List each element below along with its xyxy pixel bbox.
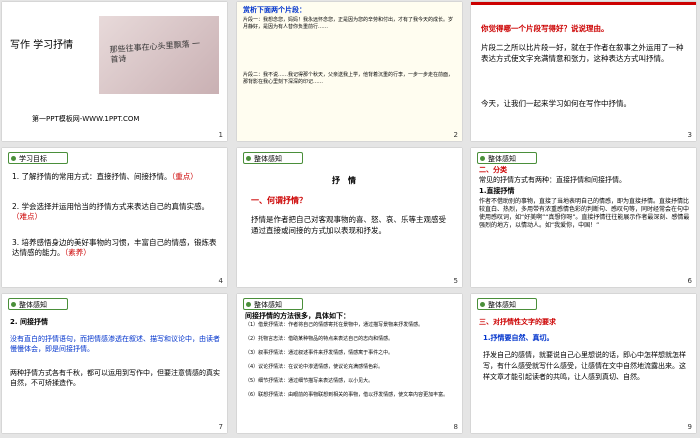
body-text: 作者不借助别的事物，直接了当地表明自己的情感，即为直接抒情。直接抒情比较直白、热… (479, 198, 690, 229)
list-item: （2）托物言志法：借助某种物品的特点来表达自己的志向和情感。 (245, 336, 394, 342)
slide-number: 5 (453, 277, 458, 285)
list-item: （6）联想抒情法：由眼前的事物联想到相关的事物，借以抒发情感，使文章内容更加丰富… (245, 392, 449, 398)
slide1-title: 写作 学习抒情 (10, 40, 74, 51)
subheading: 1.抒情要自然、真切。 (483, 334, 554, 342)
site-text: 第一PPT模板网-WWW.1PPT.COM (32, 115, 140, 123)
slide-number: 1 (218, 131, 223, 139)
slide-number: 7 (218, 423, 223, 431)
slide2-heading: 赏析下面两个片段： (243, 6, 306, 14)
body-text: 没有直白的抒情语句，而把情感渗透在叙述、描写和议论中，由读者慢慢体会，即是间接抒… (10, 335, 220, 353)
slide-thumbnail-6[interactable]: 整体感知 二、分类 常见的抒情方式有两种：直接抒情和间接抒情。 1.直接抒情 作… (471, 148, 696, 287)
fragment-1: 片段一：我想念您，妈妈！我永远怀念您，正是因为您的辛劳和付出，才有了我今天的成长… (243, 17, 454, 30)
section-label: 整体感知 (8, 298, 68, 310)
slide-thumbnail-3[interactable]: 你觉得哪一个片段写得好？说说理由。 片段二之所以比片段一好，就在于作者在叙事之外… (471, 2, 696, 141)
slide-number: 4 (218, 277, 223, 285)
list-item: （5）细节抒情法：通过细节描写来表达情感，以小见大。 (245, 378, 374, 384)
slide-number: 9 (687, 423, 692, 431)
question-heading: 一、何谓抒情？ (251, 196, 307, 205)
list-item: （1）借景抒情法：作者将自己的情感寄托在景物中，通过描写景物来抒发情感。 (245, 322, 424, 328)
slide-number: 8 (453, 423, 458, 431)
section-label: 整体感知 (477, 152, 537, 164)
subheading: 1.直接抒情 (479, 187, 515, 195)
answer-1: 片段二之所以比片段一好，就在于作者在叙事之外运用了一种表达方式使文字充满情意和张… (481, 43, 684, 63)
slide-number: 2 (453, 131, 458, 139)
slide-thumbnail-9[interactable]: 整体感知 三、对抒情性文字的要求 1.抒情要自然、真切。 抒发自己的感情，就要说… (471, 294, 696, 433)
slide5-title: 抒 情 (332, 176, 356, 185)
fragment-2: 片段二：我不说……我记得那个秋天，父亲送我上学，他背着沉重的行李，一步一步走在前… (243, 72, 454, 85)
section-label: 学习目标 (8, 152, 68, 164)
list-item: （3）叙事抒情法：通过叙述事件来抒发情感，情感寓于事件之中。 (245, 350, 394, 356)
body-text: 抒发自己的感情，就要说自己心里想说的话，即心中怎样想就怎样写，有什么感受就写什么… (483, 351, 686, 381)
subheading: 2. 间接抒情 (10, 318, 48, 326)
goal-2: 2. 学会选择并运用恰当的抒情方式来表达自己的真情实感。（难点） (12, 202, 210, 221)
definition: 抒情是作者把自己对客观事物的喜、怒、哀、乐等主观感受通过直接或间接的方式加以表现… (251, 215, 446, 235)
answer-2: 今天，让我们一起来学习如何在写作中抒情。 (481, 99, 631, 108)
body-text-2: 两种抒情方式各有千秋，都可以运用到写作中，但要注意情感的真实自然，不可矫揉造作。 (10, 369, 220, 387)
slide-grid: 那些往事在心头里飘落 一首诗 写作 学习抒情 第一PPT模板网-WWW.1PPT… (0, 0, 700, 438)
slide-number: 3 (687, 131, 692, 139)
question: 你觉得哪一个片段写得好？说说理由。 (481, 24, 609, 33)
slide-thumbnail-5[interactable]: 整体感知 抒 情 一、何谓抒情？ 抒情是作者把自己对客观事物的喜、怒、哀、乐等主… (237, 148, 462, 287)
section-heading: 二、分类 (479, 166, 507, 174)
goal-3: 3. 培养感悟身边的美好事物的习惯，丰富自己的情感，锻炼表达情感的能力。（素养） (12, 238, 217, 257)
section-heading: 三、对抒情性文字的要求 (479, 318, 556, 326)
slide-number: 6 (687, 277, 692, 285)
top-bar (471, 2, 696, 5)
slide-thumbnail-4[interactable]: 学习目标 1. 了解抒情的常用方式：直接抒情、间接抒情。（重点） 2. 学会选择… (2, 148, 227, 287)
section-label: 整体感知 (477, 298, 537, 310)
list-heading: 间接抒情的方法很多，具体如下： (245, 312, 350, 320)
section-label: 整体感知 (243, 152, 303, 164)
slide-thumbnail-1[interactable]: 那些往事在心头里飘落 一首诗 写作 学习抒情 第一PPT模板网-WWW.1PPT… (2, 2, 227, 141)
slide-thumbnail-7[interactable]: 整体感知 2. 间接抒情 没有直白的抒情语句，而把情感渗透在叙述、描写和议论中，… (2, 294, 227, 433)
section-label: 整体感知 (243, 298, 303, 310)
slide-thumbnail-8[interactable]: 整体感知 间接抒情的方法很多，具体如下： （1）借景抒情法：作者将自己的情感寄托… (237, 294, 462, 433)
slide-thumbnail-2[interactable]: 赏析下面两个片段： 片段一：我想念您，妈妈！我永远怀念您，正是因为您的辛劳和付出… (237, 2, 462, 141)
list-item: （4）议论抒情法：在议论中渗透情感，使议论充满感情色彩。 (245, 364, 384, 370)
intro-text: 常见的抒情方式有两种：直接抒情和间接抒情。 (479, 176, 626, 184)
goal-1: 1. 了解抒情的常用方式：直接抒情、间接抒情。（重点） (12, 172, 198, 181)
